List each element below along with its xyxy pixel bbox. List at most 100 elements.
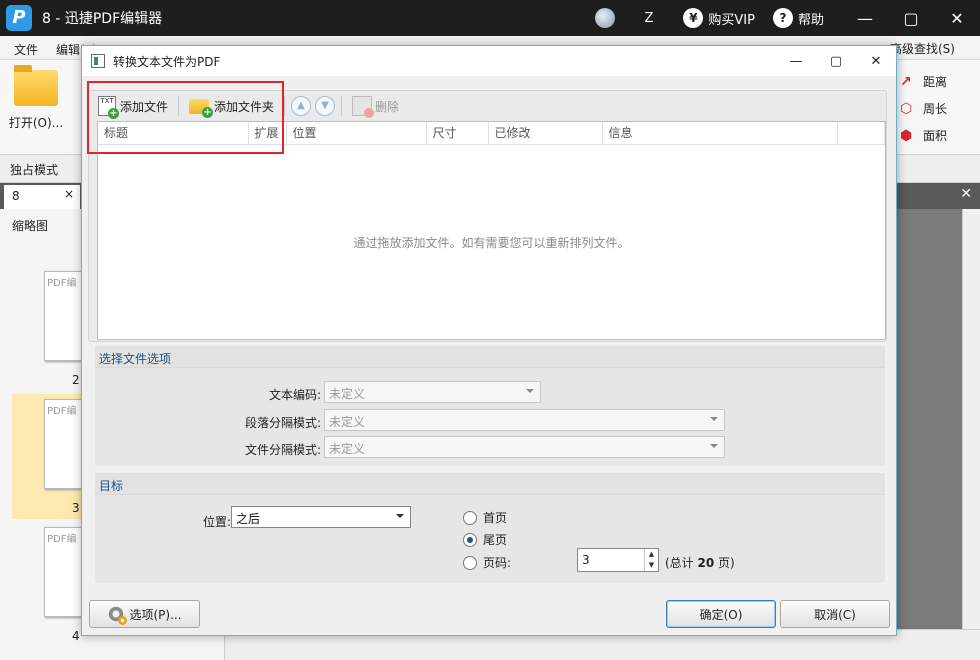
column-location[interactable]: 位置 bbox=[286, 122, 427, 145]
total-suffix: 页) bbox=[718, 556, 735, 570]
vertical-scrollbar[interactable] bbox=[962, 209, 980, 629]
total-prefix: (总计 bbox=[665, 556, 694, 570]
area-tool[interactable]: ⬢ 面积 bbox=[900, 122, 976, 149]
help-button[interactable]: ? 帮助 bbox=[772, 8, 824, 28]
close-window-button[interactable]: ✕ bbox=[934, 0, 980, 36]
dialog-close-button[interactable]: ✕ bbox=[856, 46, 896, 76]
delete-icon bbox=[352, 96, 375, 118]
stepper-arrows-icon[interactable]: ▲ ▼ bbox=[644, 549, 658, 571]
dialog-minimize-button[interactable]: — bbox=[776, 46, 816, 76]
paragraph-separator-label: 段落分隔模式: bbox=[244, 416, 321, 430]
file-options-title: 选择文件选项 bbox=[95, 346, 885, 368]
radio-last-page-button[interactable] bbox=[463, 532, 477, 547]
radio-page-number-button[interactable] bbox=[463, 555, 477, 570]
ok-button[interactable]: 确定(O) bbox=[666, 600, 776, 628]
dialog-title: 转换文本文件为PDF bbox=[113, 54, 221, 69]
close-pane-icon[interactable]: ✕ bbox=[960, 186, 972, 202]
move-down-button[interactable]: ▼ bbox=[315, 96, 336, 116]
tab-document[interactable]: 8 × bbox=[4, 185, 80, 209]
thumbnail-text: PDF编 bbox=[47, 534, 77, 545]
exclusive-mode-button[interactable]: 独占模式 bbox=[10, 161, 58, 178]
tab-document-label: 8 bbox=[12, 189, 20, 203]
chevron-down-icon bbox=[396, 514, 404, 518]
column-size[interactable]: 尺寸 bbox=[426, 122, 489, 145]
distance-icon: ↗ bbox=[900, 73, 912, 90]
app-logo-icon: P bbox=[6, 5, 32, 31]
radio-first-page-label: 首页 bbox=[483, 511, 508, 525]
radio-page-number[interactable]: 页码: bbox=[463, 554, 511, 571]
page-thumbnail[interactable]: PDF编 bbox=[44, 527, 84, 617]
perimeter-tool[interactable]: ⬡ 周长 bbox=[900, 95, 976, 122]
minimize-button[interactable]: — bbox=[842, 0, 888, 36]
thumbnail-text: PDF编 bbox=[47, 406, 77, 417]
user-initial: Z bbox=[644, 10, 654, 26]
chevron-down-icon bbox=[710, 417, 718, 421]
column-info[interactable]: 信息 bbox=[602, 122, 838, 145]
target-title: 目标 bbox=[95, 473, 885, 495]
cancel-label: 取消(C) bbox=[814, 607, 856, 622]
perimeter-label: 周长 bbox=[923, 102, 948, 116]
file-separator-select[interactable]: 未定义 bbox=[324, 436, 725, 458]
options-button[interactable]: 选项(P)... bbox=[89, 600, 200, 628]
chevron-down-icon bbox=[526, 389, 534, 393]
dialog-titlebar: 转换文本文件为PDF — ▢ ✕ bbox=[82, 46, 896, 76]
user-menu[interactable]: Z bbox=[645, 11, 654, 26]
position-select[interactable]: 之后 bbox=[231, 506, 411, 528]
page-thumbnail[interactable]: PDF编 bbox=[44, 271, 84, 361]
page-number: 2 bbox=[72, 373, 80, 387]
empty-list-hint: 通过拖放添加文件。如有需要您可以重新排列文件。 bbox=[353, 236, 630, 250]
page-number: 3 bbox=[72, 501, 80, 515]
page-number-value: 3 bbox=[582, 553, 590, 567]
advanced-search-button[interactable]: 高级查找(S) bbox=[890, 40, 980, 57]
buy-vip-button[interactable]: ¥ 购买VIP bbox=[683, 8, 755, 28]
cancel-button[interactable]: 取消(C) bbox=[780, 600, 890, 628]
radio-last-page[interactable]: 尾页 bbox=[463, 531, 507, 548]
page-thumbnail[interactable]: PDF编 bbox=[44, 399, 84, 489]
paragraph-separator-select[interactable]: 未定义 bbox=[324, 409, 725, 431]
dialog-maximize-button[interactable]: ▢ bbox=[816, 46, 856, 76]
measure-tools: ↗ 距离 ⬡ 周长 ⬢ 面积 bbox=[900, 68, 976, 149]
delete-label: 删除 bbox=[375, 99, 400, 114]
total-count: 20 bbox=[697, 555, 715, 570]
page-number-stepper[interactable]: 3 ▲ ▼ bbox=[577, 548, 659, 572]
radio-first-page[interactable]: 首页 bbox=[463, 509, 507, 526]
file-separator-value: 未定义 bbox=[329, 442, 366, 456]
yen-icon: ¥ bbox=[683, 8, 704, 28]
help-label: 帮助 bbox=[797, 12, 824, 28]
column-modified[interactable]: 已修改 bbox=[488, 122, 603, 145]
thumbnail-pane-title: 缩略图 bbox=[12, 219, 49, 233]
encoding-select[interactable]: 未定义 bbox=[324, 381, 541, 403]
menu-file[interactable]: 文件 bbox=[14, 41, 38, 58]
distance-label: 距离 bbox=[923, 75, 948, 89]
help-icon: ? bbox=[772, 8, 793, 28]
area-icon: ⬢ bbox=[900, 127, 913, 144]
encoding-value: 未定义 bbox=[329, 387, 366, 401]
file-options-group: 选择文件选项 文本编码: 未定义 段落分隔模式: 未定义 文件分隔模式: 未定义 bbox=[95, 346, 885, 466]
open-button[interactable]: 打开(O)... bbox=[6, 65, 66, 131]
target-group: 目标 位置: 之后 首页 尾页 页码: 3 ▲ ▼ (总计 20 页) bbox=[95, 473, 885, 583]
highlight-box bbox=[87, 81, 284, 154]
distance-tool[interactable]: ↗ 距离 bbox=[900, 68, 976, 95]
toolbar-separator bbox=[284, 96, 286, 116]
folder-icon bbox=[14, 65, 58, 106]
maximize-button[interactable]: ▢ bbox=[888, 0, 934, 36]
chevron-down-icon bbox=[710, 444, 718, 448]
buy-vip-label: 购买VIP bbox=[708, 12, 755, 28]
user-avatar[interactable] bbox=[594, 8, 615, 28]
app-titlebar: P 8 - 迅捷PDF编辑器 Z ¥ 购买VIP ? 帮助 — ▢ ✕ bbox=[0, 0, 980, 36]
close-tab-icon[interactable]: × bbox=[64, 187, 74, 201]
gear-icon bbox=[107, 605, 128, 625]
radio-first-page-button[interactable] bbox=[463, 510, 477, 525]
thumbnail-text: PDF编 bbox=[47, 278, 77, 289]
delete-button[interactable]: 删除 bbox=[346, 94, 405, 118]
convert-text-dialog: 转换文本文件为PDF — ▢ ✕ TXT + 添加文件 + 添加文件夹 ▲ ▼ 删… bbox=[81, 45, 897, 636]
column-filler bbox=[837, 122, 885, 145]
paragraph-separator-value: 未定义 bbox=[329, 415, 366, 429]
position-value: 之后 bbox=[236, 512, 261, 526]
open-label: 打开(O)... bbox=[8, 116, 64, 130]
file-separator-label: 文件分隔模式: bbox=[244, 443, 321, 457]
radio-last-page-label: 尾页 bbox=[483, 533, 508, 547]
toolbar-separator bbox=[341, 96, 343, 116]
move-up-button[interactable]: ▲ bbox=[291, 96, 312, 116]
perimeter-icon: ⬡ bbox=[900, 100, 913, 117]
